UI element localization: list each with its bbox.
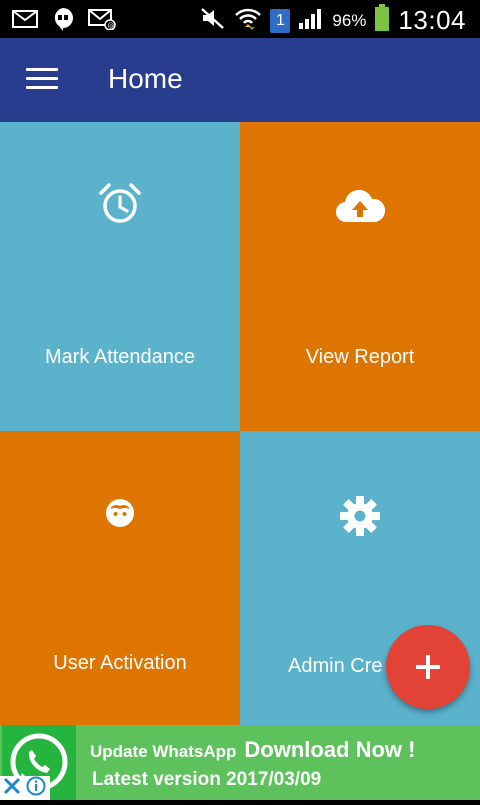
mail-icon: [12, 9, 38, 34]
mute-icon: [200, 6, 226, 35]
tile-user-activation[interactable]: User Activation: [0, 431, 240, 725]
add-fab-button[interactable]: [386, 625, 470, 709]
battery-percent: 96%: [332, 10, 367, 30]
tile-label: User Activation: [53, 652, 187, 674]
sim-icon: 1: [270, 8, 291, 33]
notification-icons: @: [12, 7, 116, 36]
ad-headline-small: Update WhatsApp: [90, 742, 237, 761]
sim-badge: 1: [275, 11, 285, 29]
hangouts-icon: [52, 7, 74, 36]
face-icon: [104, 497, 136, 534]
ad-close-icon[interactable]: [2, 776, 22, 801]
signal-icon: [298, 7, 324, 34]
ad-subline: Latest version 2017/03/09: [92, 769, 322, 790]
tile-label: Mark Attendance: [44, 346, 196, 368]
tile-mark-attendance[interactable]: Mark Attendance: [0, 122, 240, 431]
plus-icon: [416, 655, 440, 679]
email-icon: @: [88, 8, 116, 35]
app-toolbar: Home: [0, 38, 480, 122]
svg-text:@: @: [108, 22, 115, 30]
ad-info-icon[interactable]: [26, 776, 46, 801]
gear-icon: [339, 495, 381, 542]
ad-controls: [0, 776, 50, 800]
clock: 13:04: [398, 5, 466, 35]
tile-label: View Report: [305, 346, 415, 368]
wifi-icon: [234, 6, 262, 35]
status-bar: @ 1 96% 13:04: [0, 0, 480, 38]
alarm-clock-icon: [98, 182, 142, 231]
tile-view-report[interactable]: View Report: [240, 122, 480, 431]
ad-headline: Update WhatsApp Download Now !: [90, 737, 415, 763]
ad-banner[interactable]: Update WhatsApp Download Now ! Latest ver…: [0, 725, 480, 800]
battery-icon: [374, 4, 390, 37]
page-title: Home: [108, 63, 183, 94]
ad-headline-big: Download Now !: [244, 737, 416, 762]
tile-label: Admin Cre: [288, 655, 383, 677]
cloud-upload-icon: [335, 188, 386, 229]
menu-icon[interactable]: [26, 68, 58, 92]
system-icons: 1 96% 13:04: [200, 4, 466, 37]
